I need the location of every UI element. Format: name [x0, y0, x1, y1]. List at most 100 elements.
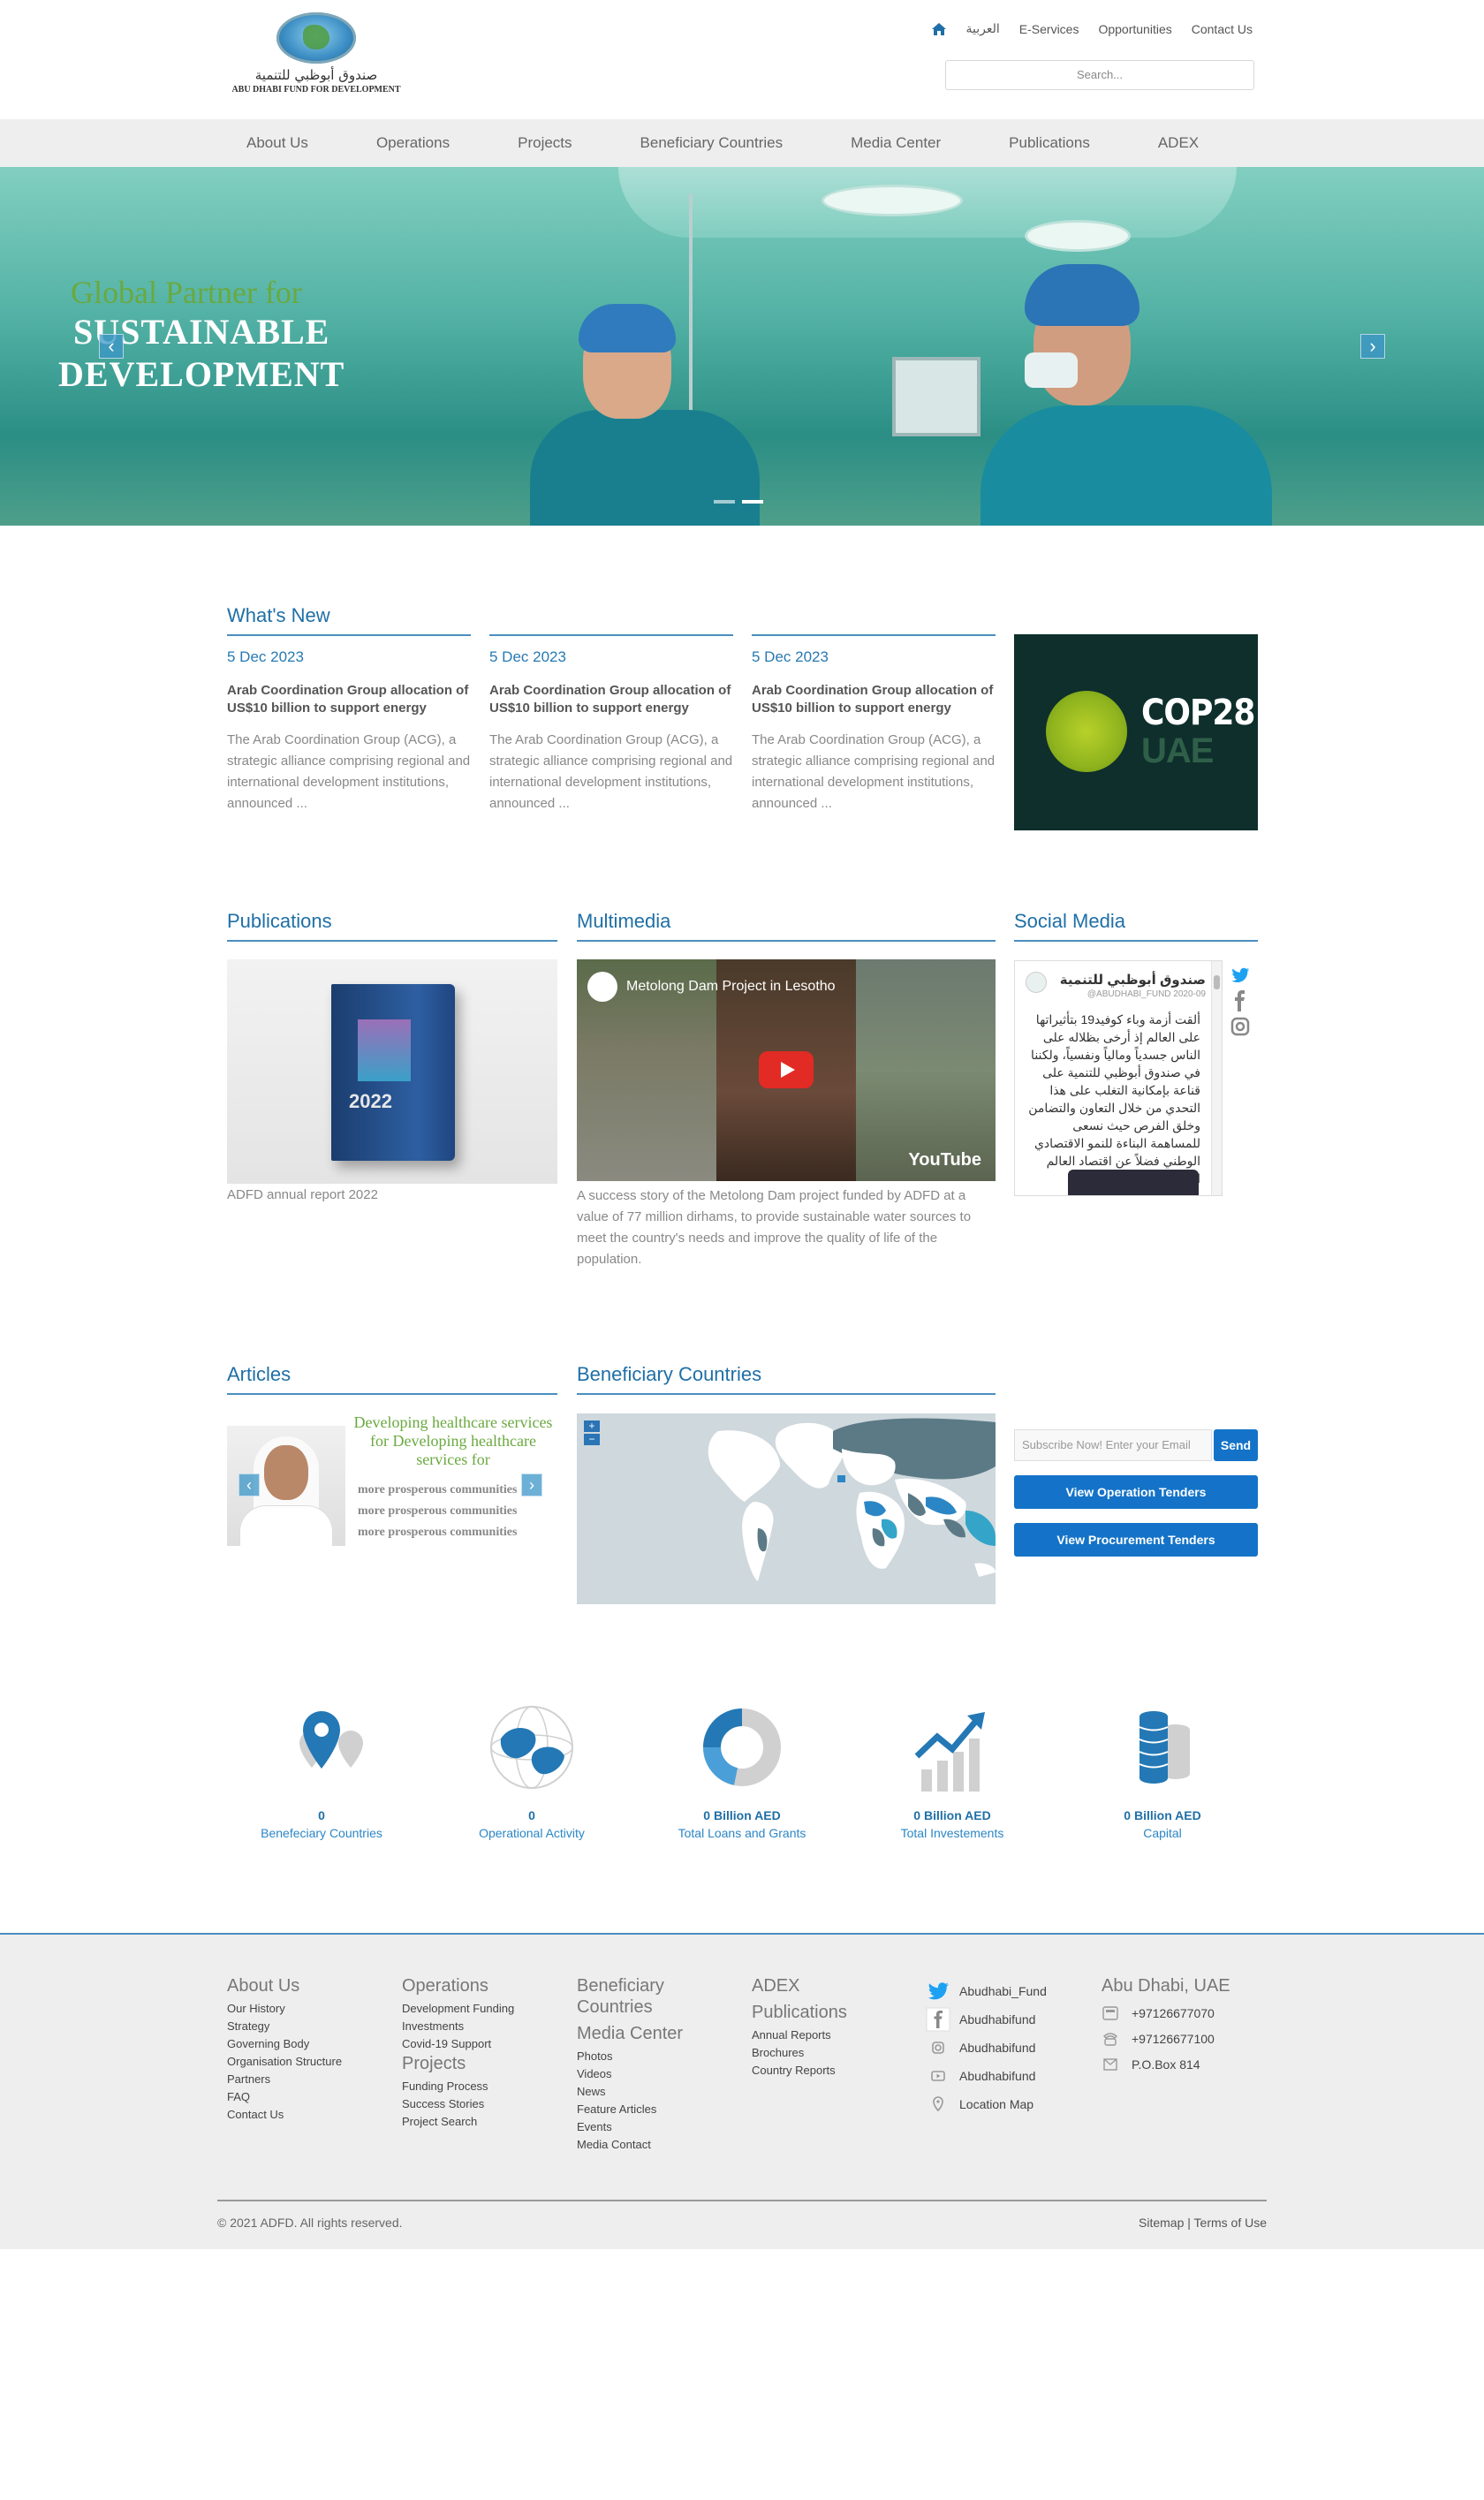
video-player[interactable]: Metolong Dam Project in Lesotho YouTube — [577, 959, 996, 1181]
footer-link[interactable]: Videos — [577, 2065, 700, 2083]
footer-link[interactable]: Brochures — [752, 2044, 847, 2062]
footer-link[interactable]: Governing Body — [227, 2035, 342, 2053]
nav-projects[interactable]: Projects — [518, 134, 572, 152]
publications-heading: Publications — [227, 910, 557, 942]
stat-operational-activity[interactable]: 0 Operational Activity — [443, 1703, 620, 1840]
social-icons — [1230, 965, 1251, 1042]
footer: About Us Our History Strategy Governing … — [0, 1933, 1484, 2249]
footer-link[interactable]: Feature Articles — [577, 2101, 700, 2118]
sitemap-terms-links[interactable]: Sitemap | Terms of Use — [1139, 2216, 1267, 2230]
cop28-banner[interactable]: COP28 UAE — [1014, 634, 1258, 830]
footer-link[interactable]: Partners — [227, 2071, 342, 2088]
footer-heading[interactable]: Projects — [402, 2053, 514, 2074]
video-frame — [856, 959, 996, 1181]
stat-total-investments[interactable]: 0 Billion AED Total Investements — [864, 1703, 1041, 1840]
article-title[interactable]: Developing healthcare services for Devel… — [349, 1413, 557, 1469]
article-next-button[interactable]: › — [521, 1473, 542, 1496]
footer-contact: Abu Dhabi, UAE +97126677070 +97126677100… — [1102, 1975, 1278, 2077]
footer-twitter-link[interactable]: Abudhabi_Fund — [926, 1977, 1085, 2005]
send-button[interactable]: Send — [1214, 1429, 1258, 1461]
footer-link[interactable]: Investments — [402, 2018, 514, 2035]
nav-adex[interactable]: ADEX — [1158, 134, 1199, 152]
annual-report-image[interactable]: 2022 — [227, 959, 557, 1184]
footer-heading[interactable]: About Us — [227, 1975, 342, 1996]
nav-media-center[interactable]: Media Center — [851, 134, 941, 152]
news-body: The Arab Coordination Group (ACG), a str… — [227, 732, 471, 811]
nav-about-us[interactable]: About Us — [246, 134, 308, 152]
footer-heading[interactable]: Operations — [402, 1975, 514, 1996]
opportunities-link[interactable]: Opportunities — [1098, 22, 1171, 36]
facebook-icon — [926, 2007, 950, 2032]
footer-link[interactable]: Annual Reports — [752, 2027, 847, 2044]
footer-link[interactable]: Funding Process — [402, 2078, 514, 2095]
footer-link[interactable]: Our History — [227, 2000, 342, 2018]
article-prev-button[interactable]: ‹ — [238, 1473, 260, 1496]
footer-link[interactable]: Organisation Structure — [227, 2053, 342, 2071]
search-input[interactable]: Search... — [945, 60, 1254, 90]
map-pin-icon — [299, 1711, 363, 1769]
footer-link[interactable]: Country Reports — [752, 2062, 847, 2080]
zoom-in-button[interactable]: + — [584, 1420, 600, 1432]
footer-location-link[interactable]: Location Map — [926, 2090, 1085, 2118]
news-card[interactable]: 5 Dec 2023 Arab Coordination Group alloc… — [227, 634, 471, 814]
footer-link[interactable]: Photos — [577, 2048, 700, 2065]
zoom-out-button[interactable]: − — [584, 1434, 600, 1445]
youtube-icon — [931, 2071, 945, 2081]
contact-fax[interactable]: +97126677100 — [1102, 2026, 1278, 2051]
annual-report-book: 2022 — [331, 984, 455, 1161]
footer-youtube-link[interactable]: Abudhabifund — [926, 2062, 1085, 2090]
slider-prev-button[interactable]: ‹ — [99, 334, 124, 359]
footer-link[interactable]: Project Search — [402, 2113, 514, 2131]
view-procurement-tenders-button[interactable]: View Procurement Tenders — [1014, 1523, 1258, 1557]
news-title[interactable]: Arab Coordination Group allocation of US… — [489, 682, 733, 717]
world-map[interactable]: + − — [577, 1413, 996, 1604]
footer-link[interactable]: Media Contact — [577, 2136, 700, 2154]
twitter-icon[interactable] — [1230, 965, 1251, 986]
footer-link[interactable]: Events — [577, 2118, 700, 2136]
footer-heading[interactable]: ADEX — [752, 1975, 847, 1996]
slider-dot-active[interactable] — [742, 500, 763, 504]
footer-link[interactable]: Contact Us — [227, 2106, 342, 2124]
footer-link[interactable]: Covid-19 Support — [402, 2035, 514, 2053]
arabic-link[interactable]: العربية — [966, 21, 1000, 36]
contact-us-link[interactable]: Contact Us — [1192, 22, 1253, 36]
slider-dot[interactable] — [714, 500, 735, 504]
news-title[interactable]: Arab Coordination Group allocation of US… — [752, 682, 996, 717]
view-operation-tenders-button[interactable]: View Operation Tenders — [1014, 1475, 1258, 1509]
footer-link[interactable]: FAQ — [227, 2088, 342, 2106]
instagram-icon[interactable] — [1230, 1016, 1251, 1037]
contact-phone[interactable]: +97126677070 — [1102, 2000, 1278, 2026]
footer-heading[interactable]: Beneficiary Countries — [577, 1975, 700, 2018]
footer-heading[interactable]: Publications — [752, 2002, 847, 2023]
footer-link[interactable]: News — [577, 2083, 700, 2101]
home-icon[interactable] — [931, 22, 947, 36]
footer-heading[interactable]: Media Center — [577, 2023, 700, 2044]
stat-beneficiary-countries[interactable]: 0 Benefeciary Countries — [233, 1703, 410, 1840]
footer-link[interactable]: Success Stories — [402, 2095, 514, 2113]
news-title[interactable]: Arab Coordination Group allocation of US… — [227, 682, 471, 717]
footer-link[interactable]: Development Funding — [402, 2000, 514, 2018]
youtube-logo[interactable]: YouTube — [908, 1150, 981, 1170]
slider-next-button[interactable]: › — [1360, 334, 1385, 359]
publication-caption[interactable]: ADFD annual report 2022 — [227, 1187, 378, 1202]
news-body: The Arab Coordination Group (ACG), a str… — [752, 732, 996, 811]
beneficiary-countries-heading: Beneficiary Countries — [577, 1363, 996, 1395]
footer-link[interactable]: Strategy — [227, 2018, 342, 2035]
footer-facebook-link[interactable]: Abudhabifund — [926, 2005, 1085, 2034]
feed-scrollbar[interactable] — [1211, 961, 1222, 1195]
facebook-icon[interactable] — [1230, 990, 1251, 1011]
nav-beneficiary-countries[interactable]: Beneficiary Countries — [640, 134, 784, 152]
nav-publications[interactable]: Publications — [1009, 134, 1090, 152]
footer-instagram-link[interactable]: Abudhabifund — [926, 2034, 1085, 2062]
play-icon[interactable] — [759, 1051, 814, 1088]
logo[interactable]: صندوق أبوظبي للتنمية ABU DHABI FUND FOR … — [228, 11, 405, 95]
subscribe-email-input[interactable]: Subscribe Now! Enter your Email — [1014, 1429, 1212, 1461]
stat-total-loans-grants[interactable]: 0 Billion AED Total Loans and Grants — [654, 1703, 830, 1840]
news-card[interactable]: 5 Dec 2023 Arab Coordination Group alloc… — [752, 634, 996, 814]
video-title[interactable]: Metolong Dam Project in Lesotho — [626, 979, 836, 995]
stat-capital[interactable]: 0 Billion AED Capital — [1074, 1703, 1251, 1840]
news-card[interactable]: 5 Dec 2023 Arab Coordination Group alloc… — [489, 634, 733, 814]
nav-operations[interactable]: Operations — [376, 134, 450, 152]
twitter-feed[interactable]: صندوق أبوظبي للتنمية @ABUDHABI_FUND 2020… — [1014, 960, 1223, 1196]
e-services-link[interactable]: E-Services — [1019, 22, 1079, 36]
